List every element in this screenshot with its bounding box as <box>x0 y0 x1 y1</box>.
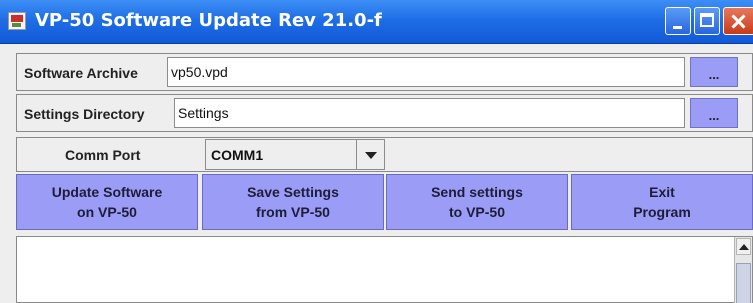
arrow-up-icon[interactable] <box>736 238 751 255</box>
settings-directory-row: Settings Directory Settings ... <box>16 94 753 132</box>
send-settings-line1: Send settings <box>431 184 523 200</box>
output-scrollbar[interactable] <box>734 237 752 303</box>
save-settings-line2: from VP-50 <box>256 204 330 220</box>
software-archive-input[interactable]: vp50.vpd <box>167 57 685 87</box>
action-buttons: Update Software on VP-50 Save Settings f… <box>16 174 753 232</box>
scroll-thumb[interactable] <box>736 263 751 303</box>
settings-directory-label: Settings Directory <box>24 106 145 122</box>
browse-archive-button[interactable]: ... <box>690 57 738 87</box>
title-bar[interactable]: VP-50 Software Update Rev 21.0-f <box>0 0 753 44</box>
update-software-line2: on VP-50 <box>77 204 137 220</box>
main-window: VP-50 Software Update Rev 21.0-f Softwar… <box>0 0 753 303</box>
software-archive-row: Software Archive vp50.vpd ... <box>16 53 753 91</box>
minimize-icon[interactable] <box>665 7 691 35</box>
save-settings-line1: Save Settings <box>247 184 339 200</box>
settings-directory-input[interactable]: Settings <box>174 98 685 128</box>
exit-program-line1: Exit <box>649 184 675 200</box>
software-archive-label: Software Archive <box>24 65 138 81</box>
update-software-line1: Update Software <box>51 184 163 200</box>
maximize-icon[interactable] <box>694 7 720 35</box>
update-software-button[interactable]: Update Software on VP-50 <box>16 174 198 230</box>
save-settings-button[interactable]: Save Settings from VP-50 <box>202 174 384 230</box>
chevron-down-icon[interactable] <box>356 140 384 169</box>
comm-port-row: Comm Port COMM1 <box>16 137 753 172</box>
send-settings-button[interactable]: Send settings to VP-50 <box>386 174 568 230</box>
output-log[interactable] <box>16 236 753 303</box>
send-settings-line2: to VP-50 <box>448 204 505 220</box>
java-app-icon[interactable] <box>8 12 26 30</box>
comm-port-select[interactable]: COMM1 <box>205 139 385 170</box>
exit-program-button[interactable]: Exit Program <box>571 174 753 230</box>
window-title: VP-50 Software Update Rev 21.0-f <box>35 10 382 31</box>
comm-port-label: Comm Port <box>65 147 141 163</box>
browse-settings-button[interactable]: ... <box>690 98 738 128</box>
close-icon[interactable] <box>723 7 753 35</box>
exit-program-line2: Program <box>633 204 691 220</box>
comm-port-value: COMM1 <box>211 147 264 163</box>
